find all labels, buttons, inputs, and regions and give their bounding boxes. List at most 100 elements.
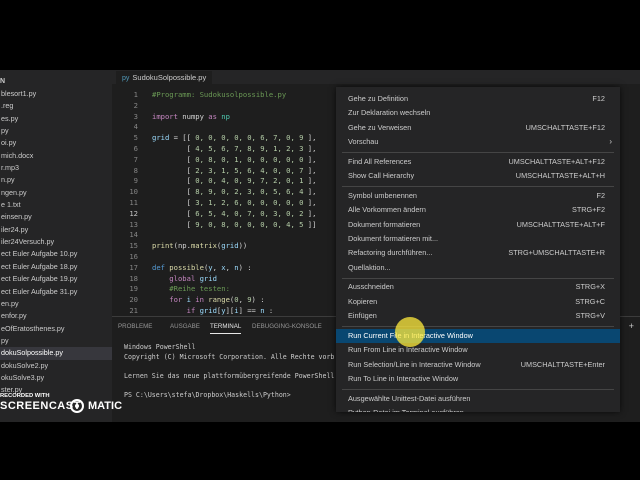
context-menu-item[interactable]: Find All References UMSCHALTTASTE+ALT+F12 <box>336 155 620 169</box>
context-menu-item[interactable]: Python-Datei im Terminal ausführen <box>336 406 620 412</box>
explorer-file-item[interactable]: ngen.py <box>0 187 112 199</box>
menu-item-label: Find All References <box>348 156 412 166</box>
code-line: [ 3, 1, 2, 6, 0, 0, 0, 0, 0 ], <box>152 198 317 209</box>
explorer-file-item[interactable]: dokuSolve2.py <box>0 360 112 372</box>
context-menu-item[interactable]: Run Current File in Interactive Window <box>336 328 620 343</box>
menu-item-shortcut: UMSCHALTTASTE+ALT+F12 <box>508 156 605 166</box>
explorer-file-item[interactable]: okuSolve3.py <box>0 372 112 384</box>
context-menu-item[interactable]: Ausgewählte Unittest-Datei ausführen <box>336 392 620 406</box>
context-menu-item[interactable]: Zur Deklaration wechseln <box>336 106 620 120</box>
explorer-file-item[interactable]: n.py <box>0 174 112 186</box>
watermark-brand-right: MATIC <box>88 400 123 412</box>
context-menu-item[interactable]: Run Selection/Line in Interactive Window… <box>336 358 620 372</box>
context-menu-item[interactable]: Gehe zu Verweisen UMSCHALTTASTE+F12 <box>336 121 620 135</box>
code-token: import <box>152 111 178 121</box>
panel-tab[interactable]: DEBUGGING-KONSOLE <box>252 321 322 333</box>
explorer-file-item[interactable]: py <box>0 125 112 137</box>
explorer-file-item[interactable]: iler24.py <box>0 224 112 236</box>
explorer-file-item[interactable]: ect Euler Aufgabe 10.py <box>0 248 112 260</box>
context-menu-item[interactable]: Kopieren STRG+C <box>336 295 620 309</box>
menu-item-label: Python-Datei im Terminal ausführen <box>348 406 464 412</box>
explorer-file-item[interactable]: blesort1.py <box>0 88 112 100</box>
explorer-file-item[interactable]: en.py <box>0 298 112 310</box>
terminal-line: PS C:\Users\stefa\Dropbox\Haskells\Pytho… <box>124 390 291 399</box>
menu-item-shortcut: STRG+V <box>575 311 605 321</box>
menu-item-label: Alle Vorkommen ändern <box>348 205 426 215</box>
code-line: global grid <box>152 274 217 285</box>
code-token: if <box>152 306 196 315</box>
code-token: ], <box>303 208 317 218</box>
code-token: ], <box>303 144 317 153</box>
explorer-file-item[interactable]: e 1.txt <box>0 199 112 211</box>
code-token: grid <box>195 306 217 315</box>
context-menu-item[interactable]: Dokument formatieren mit... <box>336 232 620 246</box>
mouse-cursor-highlight <box>395 317 425 347</box>
code-token: 3, 1, 2, 6, 0, 0, 0, 0, 0 <box>195 198 304 207</box>
menu-item-shortcut: STRG+X <box>575 282 605 292</box>
menu-separator <box>342 186 614 188</box>
editor-tab-label: SudokuSolpossible.py <box>132 73 207 82</box>
explorer-file-item[interactable]: r.mp3 <box>0 162 112 174</box>
explorer-file-item[interactable]: ect Euler Aufgabe 18.py <box>0 261 112 273</box>
code-token: for <box>152 295 183 305</box>
explorer-file-item[interactable]: es.py <box>0 113 112 125</box>
context-menu-item[interactable]: Gehe zu Definition F12 <box>336 92 620 106</box>
code-token: matrix <box>190 241 217 251</box>
code-line: print(np.matrix(grid)) <box>152 241 247 252</box>
panel-tab[interactable]: AUSGABE <box>170 321 200 333</box>
explorer-file-item[interactable]: eOfEratosthenes.py <box>0 323 112 335</box>
code-token: 8, 9, 0, 2, 3, 0, 5, 6, 4 <box>195 187 304 197</box>
menu-item-label: Dokument formatieren mit... <box>348 234 439 243</box>
panel-tab[interactable]: PROBLEME <box>118 321 152 333</box>
explorer-header: N <box>0 78 6 85</box>
explorer-file-item[interactable]: einsen.py <box>0 211 112 223</box>
menu-item-shortcut: STRG+UMSCHALTTASTE+R <box>508 248 605 258</box>
terminal-output[interactable]: Windows PowerShell Copyright (C) Microsof… <box>124 343 334 401</box>
context-menu-item[interactable]: Run From Line in Interactive Window <box>336 343 620 357</box>
context-menu-item[interactable]: Alle Vorkommen ändern STRG+F2 <box>336 203 620 217</box>
context-menu-item[interactable]: Quellaktion... <box>336 261 620 275</box>
explorer-file-item[interactable]: oi.py <box>0 137 112 149</box>
explorer-file-item[interactable]: ect Euler Aufgabe 19.py <box>0 273 112 285</box>
code-token: range <box>203 295 230 305</box>
watermark-recorded-text: RECORDED WITH <box>0 393 50 399</box>
explorer-file-item[interactable]: enfor.py <box>0 310 112 322</box>
code-line: [ 4, 5, 6, 7, 8, 9, 1, 2, 3 ], <box>152 144 317 155</box>
context-menu-item[interactable]: Dokument formatieren UMSCHALTTASTE+ALT+F <box>336 218 620 232</box>
line-number: 16 <box>129 252 138 261</box>
explorer-file-item[interactable]: py <box>0 335 112 347</box>
explorer-file-item[interactable]: ect Euler Aufgabe 31.py <box>0 286 112 298</box>
explorer-file-item[interactable]: dokuSolpossible.py <box>0 347 112 360</box>
context-menu-item[interactable]: Run To Line in Interactive Window <box>336 372 620 386</box>
code-token: #Programm: Sudokusolpossible.py <box>152 90 287 99</box>
menu-item-shortcut: F2 <box>596 190 605 200</box>
context-menu-item[interactable]: Refactoring durchführen... STRG+UMSCHALTT… <box>336 246 620 260</box>
explorer-file-item[interactable]: iler24Versuch.py <box>0 236 112 248</box>
context-menu-item[interactable]: Show Call Hierarchy UMSCHALTTASTE+ALT+H <box>336 169 620 183</box>
code-line: import numpy as np <box>152 112 230 123</box>
code-token: ) : <box>238 262 252 272</box>
context-menu-item[interactable]: Einfügen STRG+V <box>336 309 620 323</box>
explorer-file-item[interactable]: mich.docx <box>0 150 112 162</box>
code-token: ], <box>303 165 317 175</box>
menu-item-shortcut: F12 <box>592 94 605 103</box>
new-terminal-plus-icon[interactable]: + <box>629 321 634 331</box>
code-token: print <box>152 241 174 251</box>
menu-item-label: Gehe zu Verweisen <box>348 122 412 132</box>
code-token: , <box>212 262 222 272</box>
panel-tab[interactable]: TERMINAL <box>210 321 242 334</box>
python-file-icon: py <box>122 75 130 82</box>
context-menu-item[interactable]: Vorschau › <box>336 135 620 149</box>
menu-item-shortcut: UMSCHALTTASTE+F12 <box>525 122 605 132</box>
code-line: for i in range(0, 9) : <box>152 295 264 306</box>
context-menu-item[interactable]: Ausschneiden STRG+X <box>336 280 620 294</box>
code-token: ], <box>303 154 317 164</box>
editor-tab[interactable]: py SudokuSolpossible.py <box>116 71 213 84</box>
context-menu-item[interactable]: Symbol umbenennen F2 <box>336 189 620 203</box>
line-number: 17 <box>129 262 138 272</box>
code-token: 0, 0, 0, 0, 0, 6, 7, 0, 9 <box>195 133 304 143</box>
explorer-file-item[interactable]: .reg <box>0 100 112 112</box>
menu-item-label: Show Call Hierarchy <box>348 171 415 181</box>
